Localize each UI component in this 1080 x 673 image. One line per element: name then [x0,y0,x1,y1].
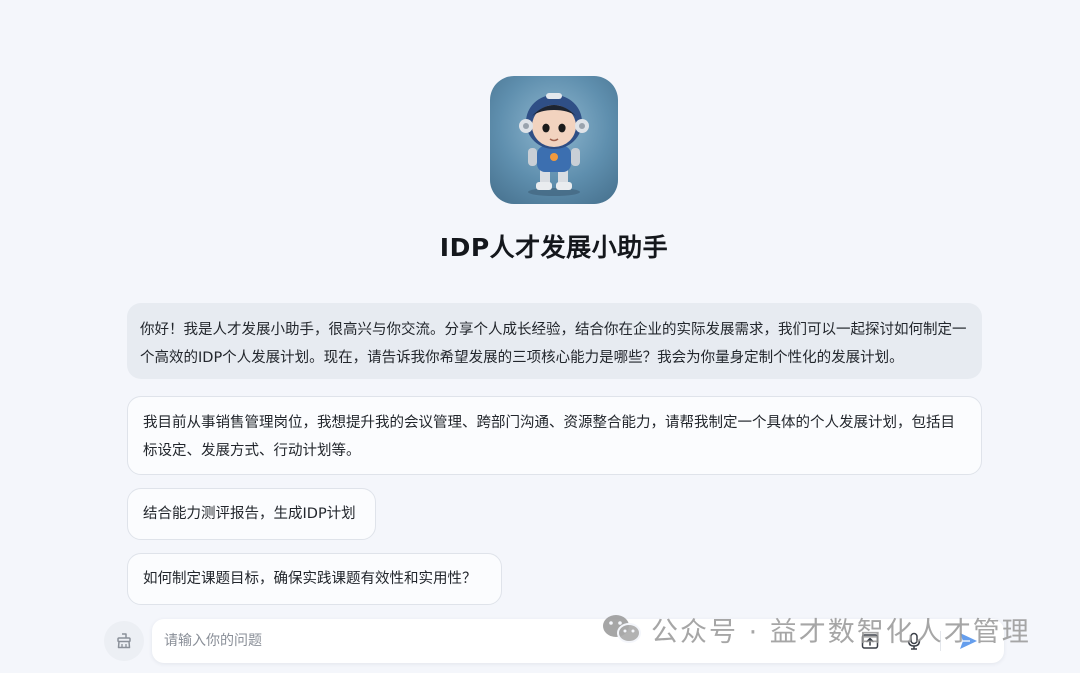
suggestion-sales-management-plan[interactable]: 我目前从事销售管理岗位，我想提升我的会议管理、跨部门沟通、资源整合能力，请帮我制… [127,396,982,475]
message-input-box [152,619,1004,663]
toolbar-divider [940,631,941,651]
upload-button[interactable] [858,629,882,653]
suggestion-project-goals[interactable]: 如何制定课题目标，确保实践课题有效性和实用性？ [127,553,502,605]
robot-avatar-image [519,93,589,196]
upload-icon [861,634,879,649]
suggestion-assessment-idp[interactable]: 结合能力测评报告，生成IDP计划 [127,488,376,540]
send-icon [960,633,977,649]
chat-page: IDP人才发展小助手 你好！我是人才发展小助手，很高兴与你交流。分享个人成长经验… [0,0,1080,673]
assistant-avatar [490,76,618,204]
assistant-greeting-message: 你好！我是人才发展小助手，很高兴与你交流。分享个人成长经验，结合你在企业的实际发… [127,303,982,379]
assistant-title: IDP人才发展小助手 [439,233,669,262]
clear-chat-button[interactable] [104,621,144,661]
voice-input-button[interactable] [902,629,926,653]
message-input[interactable] [164,629,844,653]
broom-icon [117,633,131,649]
microphone-icon [907,632,921,650]
send-button[interactable] [956,629,980,653]
